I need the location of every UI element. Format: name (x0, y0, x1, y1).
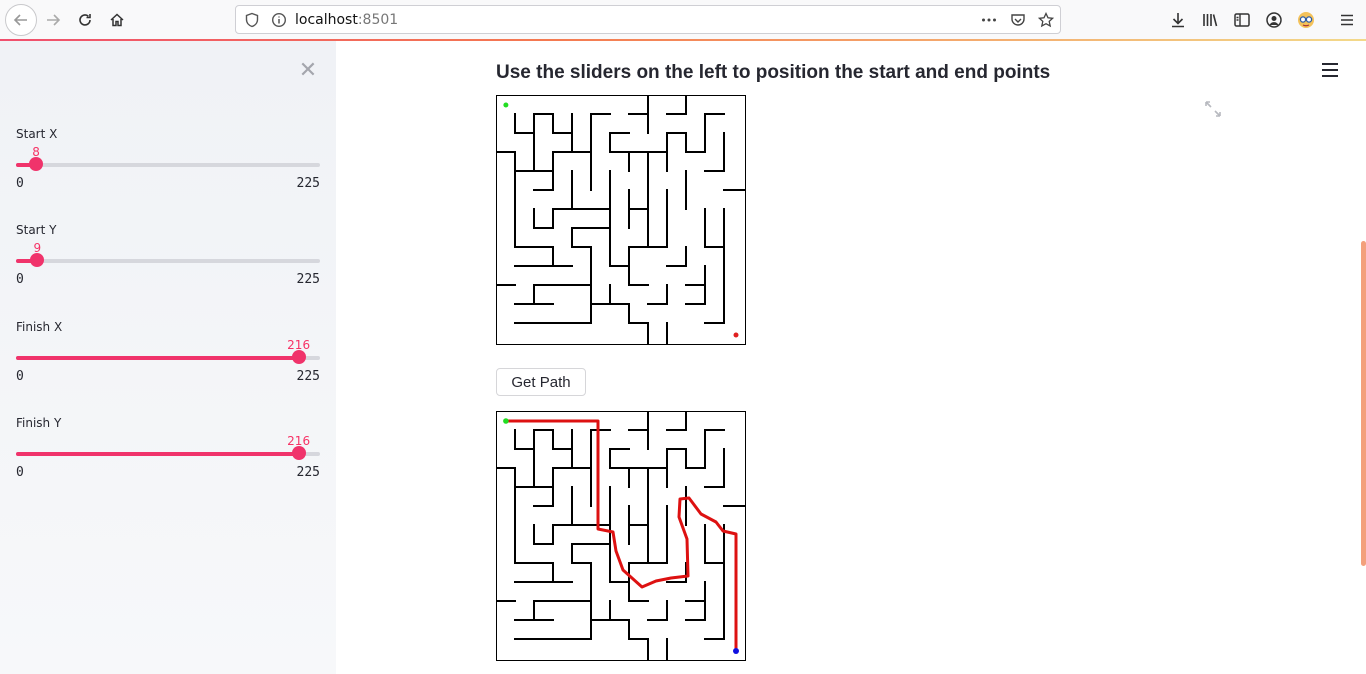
slider-fill (16, 452, 299, 456)
home-button[interactable] (102, 5, 132, 35)
start-marker (503, 102, 509, 108)
download-icon[interactable] (1169, 11, 1187, 29)
main-content: Use the sliders on the left to position … (336, 41, 1366, 674)
reload-icon (79, 14, 91, 26)
browser-toolbar: localhost:8501 (0, 0, 1366, 40)
solution-path (505, 419, 738, 651)
slider-max: 225 (296, 272, 320, 287)
slider-track[interactable] (16, 163, 320, 167)
slider-finish-y: Finish Y 216 0 225 (16, 416, 320, 496)
slider-thumb[interactable] (291, 350, 306, 364)
url-bar[interactable]: localhost:8501 (235, 5, 1061, 34)
reload-button[interactable] (70, 5, 100, 35)
end-marker (733, 332, 739, 338)
url-port: :8501 (357, 12, 399, 28)
close-icon[interactable]: ✕ (298, 60, 318, 82)
menu-icon[interactable] (1338, 11, 1356, 29)
extension-icon[interactable] (1297, 11, 1315, 29)
forward-button[interactable] (38, 5, 68, 35)
slider-thumb[interactable] (30, 253, 45, 267)
start-marker (503, 418, 509, 424)
slider-max: 225 (296, 465, 320, 480)
reader-icon[interactable] (1233, 11, 1251, 29)
shield-icon[interactable] (244, 12, 260, 28)
slider-thumb[interactable] (29, 157, 44, 171)
slider-finish-x: Finish X 216 0 225 (16, 320, 320, 400)
page-title: Use the sliders on the left to position … (496, 62, 1051, 83)
slider-label: Start Y (16, 223, 57, 237)
slider-fill (16, 356, 299, 360)
maze-svg (496, 95, 746, 345)
get-path-button[interactable]: Get Path (496, 368, 586, 396)
slider-label: Start X (16, 127, 58, 141)
slider-label: Finish Y (16, 416, 62, 430)
slider-min: 0 (16, 272, 24, 287)
maze-solution-svg (496, 411, 746, 661)
url-host: localhost (295, 12, 358, 28)
info-icon[interactable] (271, 12, 287, 28)
slider-min: 0 (16, 176, 24, 191)
library-icon[interactable] (1201, 11, 1219, 29)
url-text[interactable]: localhost:8501 (295, 12, 398, 28)
slider-max: 225 (296, 369, 320, 384)
scrollbar-thumb[interactable] (1361, 241, 1366, 566)
home-icon (110, 13, 124, 27)
slider-label: Finish X (16, 320, 63, 334)
end-marker (733, 648, 739, 654)
sidebar: ✕ Start X 8 0 225 Start Y 9 0 225 Finish… (0, 41, 336, 674)
maze-image (496, 95, 746, 345)
maze-walls (496, 411, 746, 661)
slider-track[interactable] (16, 452, 320, 456)
back-button[interactable] (5, 4, 37, 36)
back-arrow-icon (13, 14, 27, 26)
maze-walls (496, 95, 746, 345)
slider-min: 0 (16, 465, 24, 480)
hamburger-icon[interactable] (1321, 62, 1339, 78)
maze-solution-image (496, 411, 746, 661)
more-icon[interactable] (981, 12, 997, 28)
pocket-icon[interactable] (1010, 12, 1026, 28)
forward-arrow-icon (47, 14, 61, 26)
slider-track[interactable] (16, 259, 320, 263)
slider-min: 0 (16, 369, 24, 384)
star-icon[interactable] (1037, 11, 1055, 28)
slider-start-y: Start Y 9 0 225 (16, 223, 320, 303)
slider-start-x: Start X 8 0 225 (16, 127, 320, 207)
fullscreen-icon[interactable] (1205, 101, 1221, 117)
account-icon[interactable] (1265, 11, 1283, 29)
slider-thumb[interactable] (291, 446, 306, 460)
slider-max: 225 (296, 176, 320, 191)
slider-track[interactable] (16, 356, 320, 360)
